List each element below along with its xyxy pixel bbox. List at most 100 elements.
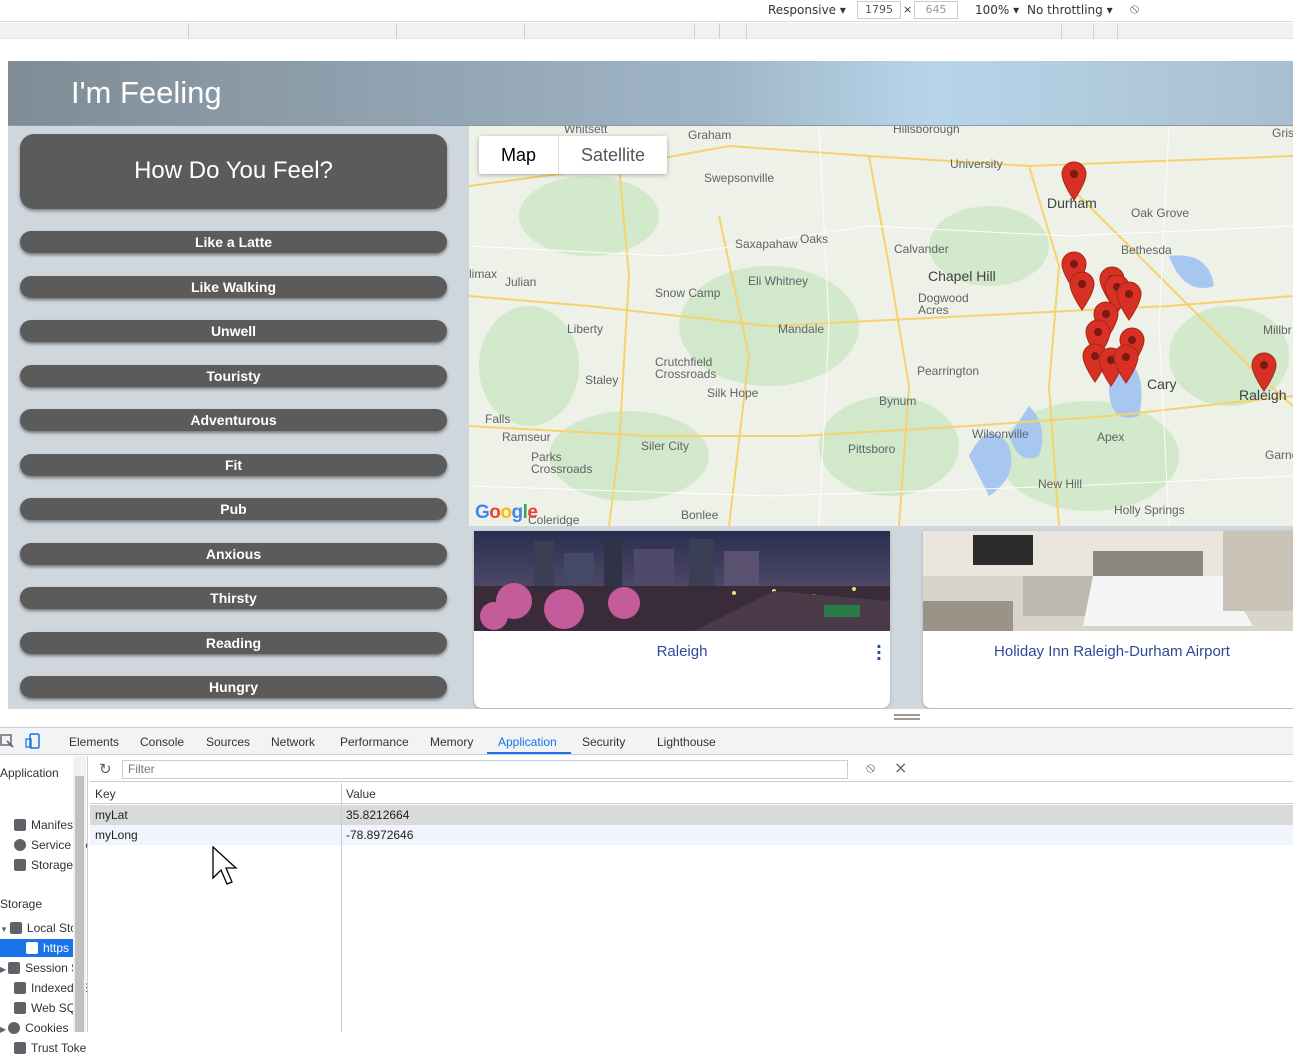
- collapsed-arrow-icon[interactable]: ▶: [0, 965, 6, 974]
- rotate-icon[interactable]: ⦸: [1130, 1, 1139, 17]
- table-row[interactable]: myLat 35.8212664: [90, 805, 1293, 825]
- map-label: Oaks: [800, 232, 829, 246]
- tab-memory[interactable]: Memory: [430, 735, 473, 749]
- table-row[interactable]: myLong -78.8972646: [90, 825, 1293, 845]
- tab-security[interactable]: Security: [582, 735, 625, 749]
- map-label: Gris: [1272, 126, 1293, 140]
- mood-button[interactable]: Anxious: [20, 542, 447, 565]
- map-label: Graham: [688, 128, 732, 142]
- map-label: limax: [469, 267, 498, 281]
- inspect-icon[interactable]: [0, 734, 14, 748]
- mood-button[interactable]: Unwell: [20, 320, 447, 342]
- mood-button[interactable]: Reading: [20, 631, 447, 654]
- map-label: Crutchfield Crossroads: [655, 355, 717, 381]
- mood-button[interactable]: Pub: [20, 498, 447, 520]
- place-card[interactable]: Holiday Inn Raleigh-Durham Airport: [923, 531, 1293, 708]
- sidebar-scrollbar-thumb[interactable]: [75, 776, 84, 1032]
- cookie-icon: [8, 1022, 21, 1034]
- clear-all-icon[interactable]: ⦸: [866, 760, 875, 776]
- app-header: I'm Feeling: [8, 61, 1293, 126]
- map[interactable]: Map Satellite Whitsett Graham Hillsborou…: [469, 126, 1293, 526]
- tab-application[interactable]: Application: [498, 735, 557, 749]
- row-key: myLong: [95, 828, 138, 842]
- map-marker-icon[interactable]: [1113, 344, 1139, 384]
- mood-button[interactable]: Adventurous: [20, 409, 447, 431]
- viewport-height-input[interactable]: 645: [914, 1, 958, 19]
- gear-icon: [14, 839, 26, 851]
- map-label: Chapel Hill: [928, 268, 996, 284]
- map-label: Ramseur: [502, 430, 551, 444]
- map-marker-icon[interactable]: [1069, 271, 1095, 311]
- app-title: I'm Feeling: [71, 75, 222, 110]
- devtools-tabbar: Elements Console Sources Network Perform…: [0, 728, 1293, 755]
- tab-elements[interactable]: Elements: [69, 735, 119, 749]
- map-label: Falls: [485, 412, 511, 426]
- tab-lighthouse[interactable]: Lighthouse: [657, 735, 716, 749]
- database-icon: [14, 982, 26, 994]
- expanded-arrow-icon[interactable]: ▼: [0, 925, 8, 934]
- map-label: Pearrington: [917, 364, 980, 378]
- map-marker-icon[interactable]: [1251, 352, 1277, 392]
- sidebar-item-cookies[interactable]: ▶ Cookies: [0, 1019, 73, 1037]
- more-vert-icon[interactable]: · · ·: [876, 639, 882, 667]
- map-label: Millbr: [1263, 323, 1292, 337]
- grid-icon: [26, 942, 38, 954]
- refresh-icon[interactable]: ↻: [99, 760, 112, 778]
- tab-performance[interactable]: Performance: [340, 735, 409, 749]
- map-marker-icon[interactable]: [1116, 281, 1142, 321]
- map-label: Hillsborough: [893, 126, 960, 136]
- place-card-title[interactable]: Holiday Inn Raleigh-Durham Airport: [923, 643, 1293, 660]
- place-card[interactable]: Raleigh · · ·: [474, 531, 890, 708]
- map-label: Swepsonville: [704, 171, 775, 185]
- device-mode-select[interactable]: Responsive ▾: [768, 3, 846, 17]
- mood-button[interactable]: Fit: [20, 453, 447, 476]
- viewport-width-input[interactable]: 1795: [857, 1, 901, 19]
- mood-button[interactable]: Touristy: [20, 364, 447, 387]
- sidebar-item-trust-tokens[interactable]: Trust Tokens: [14, 1039, 87, 1057]
- map-label: Pittsboro: [848, 442, 896, 456]
- database-icon: [14, 859, 26, 871]
- sidebar-scrollbar[interactable]: [73, 756, 86, 1032]
- column-header-value[interactable]: Value: [346, 787, 376, 801]
- sidebar-section-storage: Storage: [0, 897, 43, 911]
- mood-button[interactable]: Like a Latte: [20, 231, 447, 253]
- map-label: Holly Springs: [1114, 503, 1185, 517]
- map-type-map-button[interactable]: Map: [479, 136, 560, 174]
- filter-input[interactable]: Filter: [122, 760, 848, 779]
- sidebar-item-origin[interactable]: https: [0, 939, 73, 957]
- collapsed-arrow-icon[interactable]: ▶: [0, 1025, 6, 1034]
- mood-button[interactable]: Hungry: [20, 676, 447, 698]
- sidebar-item-local-storage[interactable]: ▼Local Storage: [0, 919, 73, 937]
- mood-button[interactable]: Thirsty: [20, 587, 447, 609]
- map-label: University: [950, 157, 1003, 171]
- times-icon: ×: [903, 3, 913, 16]
- row-value: -78.8972646: [346, 828, 414, 842]
- map-type-toggle: Map Satellite: [479, 136, 668, 174]
- map-label: Calvander: [894, 242, 949, 256]
- tab-network[interactable]: Network: [271, 735, 315, 749]
- column-header-key[interactable]: Key: [95, 787, 116, 801]
- tab-console[interactable]: Console: [140, 735, 184, 749]
- grid-icon: [9, 922, 22, 934]
- throttling-select[interactable]: No throttling ▾: [1027, 3, 1113, 17]
- sidebar-item-session-storage[interactable]: ▶Session Storage: [0, 959, 73, 977]
- map-label: Staley: [585, 373, 619, 387]
- filter-bar: ↻ Filter ⦸ ×: [90, 756, 1293, 782]
- map-type-satellite-button[interactable]: Satellite: [559, 136, 667, 174]
- device-toggle-icon[interactable]: [25, 733, 41, 749]
- place-card-image: [474, 531, 890, 631]
- place-card-title[interactable]: Raleigh: [474, 643, 890, 660]
- map-label: New Hill: [1038, 477, 1083, 491]
- sidebar-section-application: Application: [0, 766, 59, 780]
- map-label: Dogwood Acres: [918, 291, 969, 317]
- map-label: Wilsonville: [972, 427, 1029, 441]
- map-marker-icon[interactable]: [1061, 161, 1087, 201]
- mood-button[interactable]: Like Walking: [20, 275, 447, 298]
- column-divider[interactable]: [341, 783, 342, 1032]
- delete-selected-icon[interactable]: ×: [894, 758, 907, 777]
- zoom-select[interactable]: 100% ▾: [975, 3, 1019, 17]
- devtools-resize-handle[interactable]: [894, 714, 920, 720]
- tab-sources[interactable]: Sources: [206, 735, 250, 749]
- map-label: Parks Crossroads: [531, 450, 593, 476]
- map-label: Mandale: [778, 322, 825, 336]
